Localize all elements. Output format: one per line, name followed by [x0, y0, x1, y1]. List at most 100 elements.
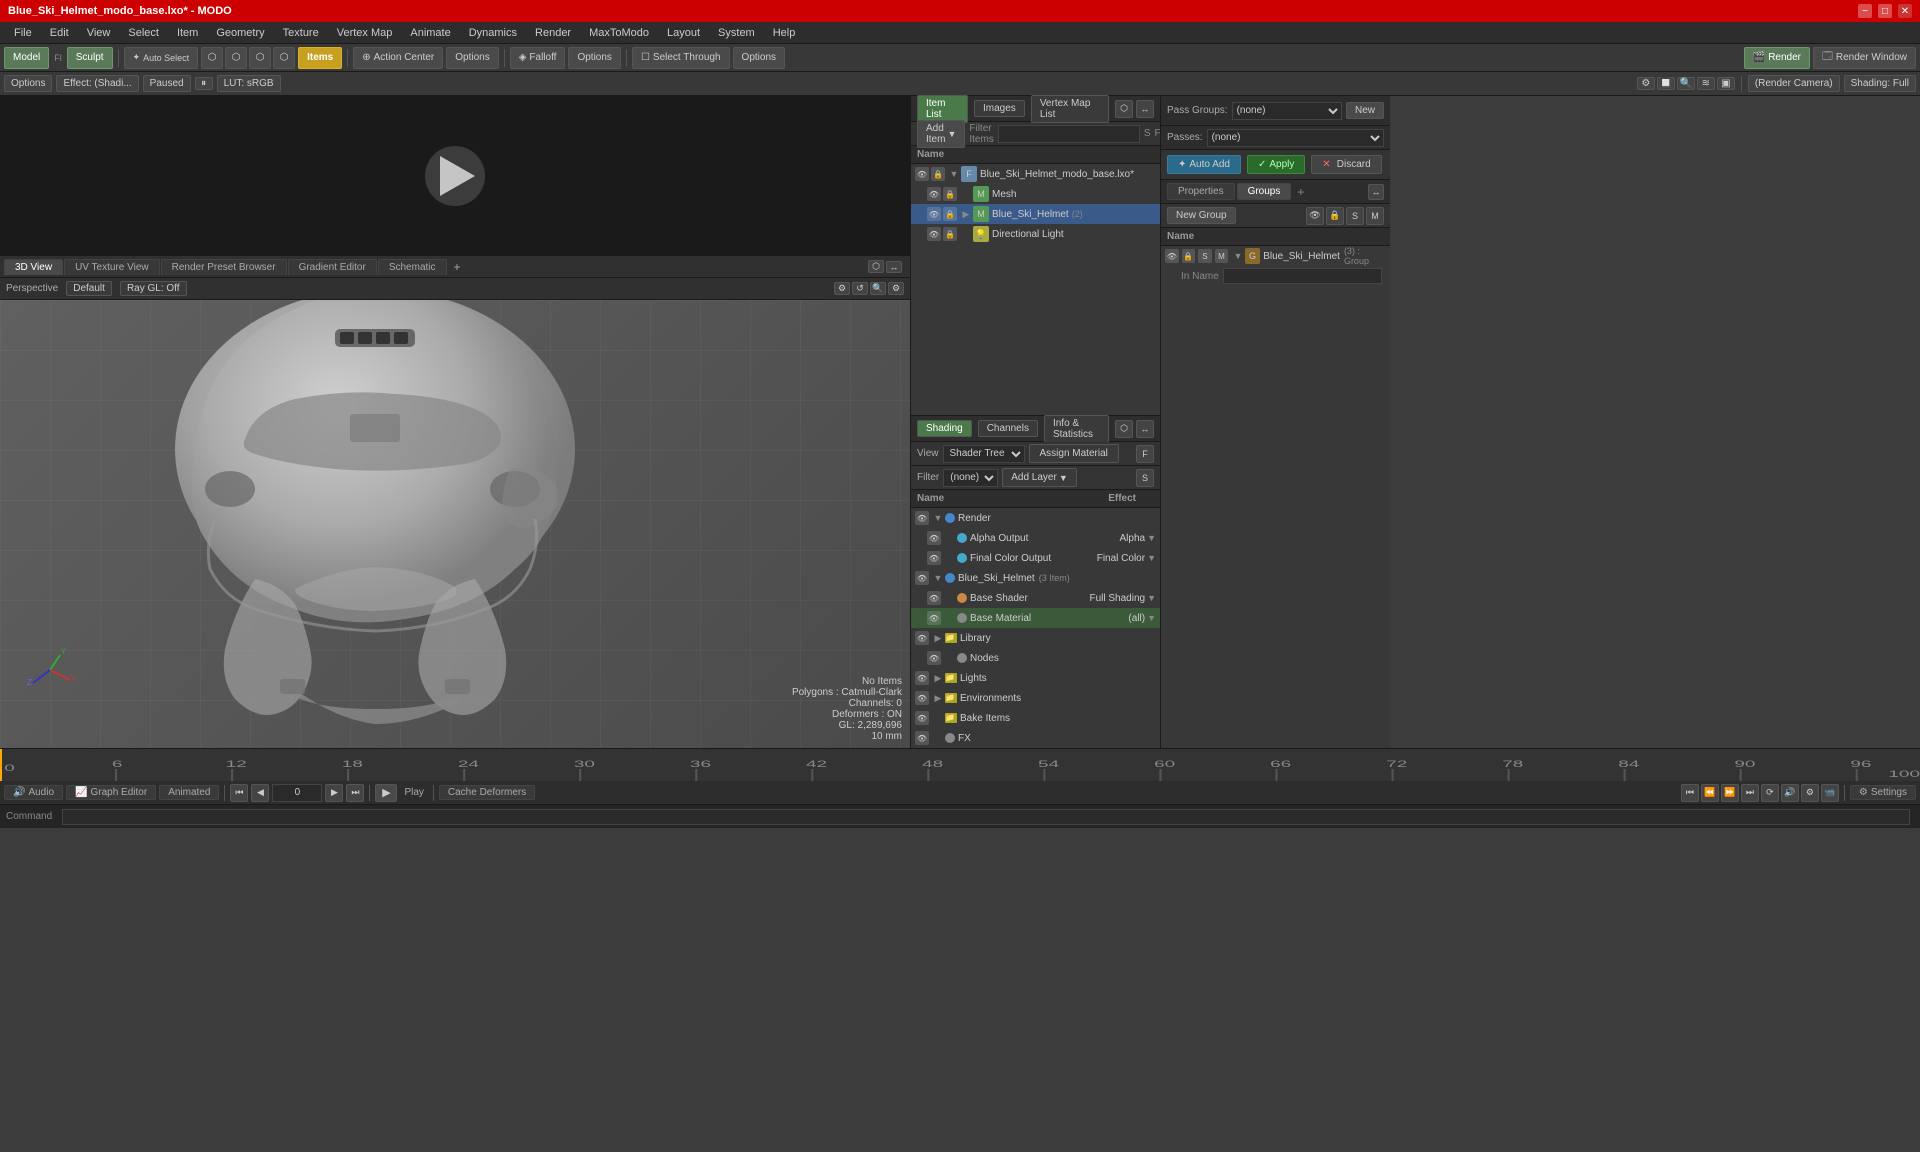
auto-select-button[interactable]: ✦ Auto Select	[124, 47, 199, 69]
menu-render[interactable]: Render	[527, 25, 579, 41]
ray-gl-btn[interactable]: Ray GL: Off	[120, 281, 187, 296]
options3-button[interactable]: Options	[733, 47, 785, 69]
lights-vis-icon[interactable]: 👁	[915, 671, 929, 685]
group-lock-icon[interactable]: 🔒	[1326, 207, 1344, 225]
vis-icon-helmet[interactable]: 👁	[927, 207, 941, 221]
pass-groups-select[interactable]: (none)	[1232, 102, 1342, 120]
vis-icon-0[interactable]: 👁	[915, 167, 929, 181]
final-arrow[interactable]	[943, 553, 957, 563]
lock-icon-mesh[interactable]: 🔒	[943, 187, 957, 201]
tab-gradient-editor[interactable]: Gradient Editor	[288, 259, 377, 275]
tab-groups[interactable]: Groups	[1237, 183, 1292, 200]
env-vis-icon[interactable]: 👁	[915, 691, 929, 705]
menu-dynamics[interactable]: Dynamics	[461, 25, 525, 41]
tab-shading[interactable]: Shading	[917, 420, 972, 437]
tool-icon-3[interactable]: ⬡	[249, 47, 271, 69]
nodes-vis-icon[interactable]: 👁	[927, 651, 941, 665]
bs-vis-icon[interactable]: 👁	[927, 591, 941, 605]
vp-icon-4[interactable]: ≋	[1697, 77, 1715, 90]
group-vis-m[interactable]: M	[1215, 249, 1229, 263]
shader-alpha-output[interactable]: 👁 Alpha Output Alpha ▼	[911, 528, 1160, 548]
filter-select[interactable]: (none)	[943, 469, 998, 487]
lib-vis-icon[interactable]: 👁	[915, 631, 929, 645]
menu-view[interactable]: View	[79, 25, 119, 41]
menu-help[interactable]: Help	[765, 25, 804, 41]
lock-icon-light[interactable]: 🔒	[943, 227, 957, 241]
skip-to-start-button[interactable]: ⏮	[230, 784, 248, 802]
timeline-ruler[interactable]: 0 6 12 18 24 30 36 42 48 54 60 66 72	[0, 749, 1920, 781]
paused-btn[interactable]: Paused	[143, 75, 191, 92]
options2-button[interactable]: Options	[568, 47, 620, 69]
tab-uv-texture-view[interactable]: UV Texture View	[64, 259, 160, 275]
menu-edit[interactable]: Edit	[42, 25, 77, 41]
prop-icon-1[interactable]: ↔	[1368, 184, 1384, 200]
menu-layout[interactable]: Layout	[659, 25, 708, 41]
assign-material-button[interactable]: Assign Material	[1029, 444, 1119, 463]
render-button[interactable]: 🎬 Render	[1744, 47, 1810, 69]
shader-bake-items[interactable]: 👁 📁 Bake Items	[911, 708, 1160, 728]
command-input[interactable]	[62, 809, 1910, 825]
settings-button[interactable]: ⚙ Settings	[1850, 785, 1916, 800]
tab-images[interactable]: Images	[974, 100, 1025, 117]
lock-icon-helmet[interactable]: 🔒	[943, 207, 957, 221]
render-arrow[interactable]: ▼	[931, 513, 945, 523]
bake-arrow[interactable]	[931, 713, 945, 723]
action-center-button[interactable]: ⊕ Action Center	[353, 47, 443, 69]
tab-render-preset[interactable]: Render Preset Browser	[161, 259, 287, 275]
transport-icon-2[interactable]: ⏪	[1701, 784, 1719, 802]
env-arrow[interactable]: ▶	[931, 693, 945, 704]
audio-button[interactable]: 🔊 Audio	[4, 785, 63, 800]
s-btn[interactable]: S	[1144, 128, 1151, 139]
fx-arrow[interactable]	[931, 733, 945, 743]
effect-btn[interactable]: Effect: (Shadi...	[56, 75, 138, 92]
tool-icon-2[interactable]: ⬡	[225, 47, 247, 69]
lut-btn[interactable]: LUT: sRGB	[217, 75, 281, 92]
alpha-vis-icon[interactable]: 👁	[927, 531, 941, 545]
render-window-button[interactable]: 🗔 Render Window	[1813, 47, 1916, 69]
tree-item-dir-light[interactable]: 👁 🔒 💡 Directional Light	[911, 224, 1160, 244]
shading-icon-1[interactable]: ⬡	[1115, 420, 1133, 438]
bs-arrow[interactable]	[943, 593, 957, 603]
falloff-button[interactable]: ◈ Falloff	[510, 47, 566, 69]
maximize-button[interactable]: □	[1878, 4, 1892, 18]
shader-tree-select[interactable]: Shader Tree	[943, 445, 1025, 463]
in-name-input[interactable]	[1223, 268, 1382, 284]
group-arrow[interactable]: ▼	[1231, 251, 1245, 261]
arrow-light[interactable]	[959, 229, 973, 239]
vp-icon-2[interactable]: 🔲	[1657, 77, 1675, 90]
lib-arrow[interactable]: ▶	[931, 633, 945, 644]
tab-properties[interactable]: Properties	[1167, 183, 1235, 200]
shader-bsh-group[interactable]: 👁 ▼ Blue_Ski_Helmet (3 Item)	[911, 568, 1160, 588]
transport-icon-6[interactable]: 🔊	[1781, 784, 1799, 802]
menu-animate[interactable]: Animate	[402, 25, 458, 41]
vp-tb-icon-2[interactable]: ↺	[852, 282, 868, 295]
add-layer-button[interactable]: Add Layer ▼	[1002, 468, 1077, 487]
render-camera-btn[interactable]: (Render Camera)	[1748, 75, 1840, 92]
apply-button[interactable]: ✓ Apply	[1247, 155, 1305, 174]
paused-icon[interactable]: ⏸	[195, 77, 213, 90]
menu-file[interactable]: File	[6, 25, 40, 41]
vt-icon-2[interactable]: ↔	[886, 261, 902, 273]
tree-item-blue-ski-helmet[interactable]: 👁 🔒 ▶ M Blue_Ski_Helmet (2)	[911, 204, 1160, 224]
vp-tb-icon-4[interactable]: ⚙	[888, 282, 904, 295]
frame-counter[interactable]: 0	[272, 784, 322, 802]
vp-icon-3[interactable]: 🔍	[1677, 77, 1695, 90]
shader-final-color[interactable]: 👁 Final Color Output Final Color ▼	[911, 548, 1160, 568]
tab-info-statistics[interactable]: Info & Statistics	[1044, 415, 1109, 443]
close-button[interactable]: ✕	[1898, 4, 1912, 18]
group-m-icon[interactable]: M	[1366, 207, 1384, 225]
menu-geometry[interactable]: Geometry	[208, 25, 272, 41]
discard-button[interactable]: ✕ Discard	[1311, 155, 1381, 174]
menu-vertex-map[interactable]: Vertex Map	[329, 25, 401, 41]
menu-maxtomodo[interactable]: MaxToModo	[581, 25, 657, 41]
tool-icon-1[interactable]: ⬡	[201, 47, 223, 69]
options-btn[interactable]: Options	[4, 75, 52, 92]
item-list-icon-2[interactable]: ↔	[1136, 100, 1154, 118]
transport-icon-8[interactable]: 📹	[1821, 784, 1839, 802]
skip-to-end-button[interactable]: ⏭	[346, 784, 364, 802]
fx-vis-icon[interactable]: 👁	[915, 731, 929, 745]
bake-vis-icon[interactable]: 👁	[915, 711, 929, 725]
group-vis-s[interactable]: S	[1198, 249, 1212, 263]
vis-icon-mesh[interactable]: 👁	[927, 187, 941, 201]
sculpt-mode-button[interactable]: Sculpt	[67, 47, 113, 69]
